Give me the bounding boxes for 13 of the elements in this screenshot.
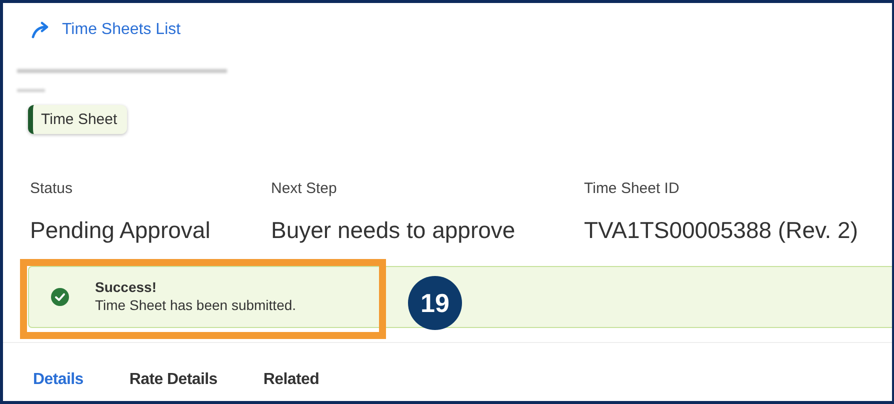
- field-label: Status: [30, 180, 74, 197]
- type-tag: Time Sheet: [28, 105, 128, 134]
- breadcrumb-link[interactable]: Time Sheets List: [62, 21, 181, 39]
- message-title: Success!: [95, 279, 158, 295]
- tab[interactable]: Rate Details: [129, 371, 218, 389]
- field-label: Time Sheet ID: [584, 180, 680, 197]
- field-value: Pending Approval: [30, 217, 212, 244]
- message-text: Time Sheet has been submitted.: [95, 297, 296, 313]
- tab[interactable]: Related: [263, 371, 320, 389]
- field-label: Next Step: [271, 180, 338, 197]
- field-value: TVA1TS00005388 (Rev. 2): [584, 217, 858, 244]
- field-value: Buyer needs to approve: [271, 217, 516, 244]
- tab[interactable]: Details: [33, 371, 84, 389]
